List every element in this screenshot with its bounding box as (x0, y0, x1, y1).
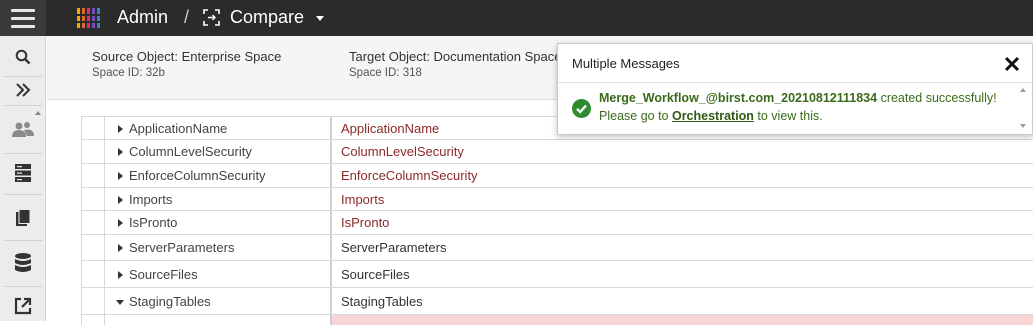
notification-title: Multiple Messages (572, 56, 680, 71)
table-row[interactable] (81, 315, 1033, 325)
view-text: to view this. (753, 109, 823, 123)
database-icon[interactable] (0, 250, 46, 276)
goto-text: Please go to (599, 109, 672, 123)
hamburger-icon[interactable] (0, 0, 46, 36)
expand-arrow-icon[interactable] (118, 148, 123, 156)
property-name: IsPronto (129, 215, 178, 230)
app-title[interactable]: Admin (117, 7, 168, 28)
workflow-name: Merge_Workflow_@birst.com_20210812111834 (599, 91, 878, 105)
property-name: EnforceColumnSecurity (129, 168, 266, 183)
row-selector-cell[interactable] (81, 288, 105, 314)
target-cell: ColumnLevelSecurity (332, 140, 1033, 163)
source-cell: StagingTables (105, 288, 332, 314)
source-cell (105, 315, 332, 325)
goto-message: Please go to Orchestration to view this. (599, 109, 823, 123)
source-object-label: Source Object: Enterprise Space (92, 49, 282, 64)
target-cell: ServerParameters (332, 235, 1033, 260)
table-row[interactable]: IsPronto IsPronto (81, 211, 1033, 235)
double-chevron-right-icon[interactable] (0, 78, 46, 102)
users-icon[interactable] (0, 118, 46, 140)
expand-arrow-icon[interactable] (118, 125, 123, 133)
source-space-id: Space ID: 32b (92, 67, 165, 79)
target-space-id: Space ID: 318 (349, 67, 422, 79)
target-cell: StagingTables (332, 288, 1033, 314)
source-cell: SourceFiles (105, 261, 332, 287)
server-icon[interactable] (0, 160, 46, 186)
property-name: SourceFiles (129, 267, 198, 282)
expand-arrow-icon[interactable] (118, 244, 123, 252)
target-value: ApplicationName (341, 121, 440, 136)
target-value: StagingTables (341, 294, 423, 309)
birst-logo-icon[interactable] (76, 6, 102, 30)
source-cell: ApplicationName (105, 117, 332, 139)
target-value: ServerParameters (341, 240, 447, 255)
source-cell: ServerParameters (105, 235, 332, 260)
section-selector[interactable]: Compare (230, 7, 304, 28)
source-cell: ColumnLevelSecurity (105, 140, 332, 163)
property-name: ColumnLevelSecurity (129, 144, 252, 159)
search-icon[interactable] (0, 44, 46, 70)
expand-arrow-icon[interactable] (118, 271, 123, 279)
row-selector-cell[interactable] (81, 164, 105, 187)
target-cell: Imports (332, 188, 1033, 210)
property-name: StagingTables (129, 294, 211, 309)
row-selector-cell[interactable] (81, 117, 105, 139)
target-value: SourceFiles (341, 267, 410, 282)
collapse-arrow-icon[interactable] (116, 300, 124, 305)
caret-down-icon[interactable] (316, 16, 324, 21)
table-row[interactable]: SourceFiles SourceFiles (81, 261, 1033, 288)
table-row[interactable]: ServerParameters ServerParameters (81, 235, 1033, 261)
compare-icon (203, 9, 220, 26)
target-value: IsPronto (341, 215, 390, 230)
orchestration-link[interactable]: Orchestration (672, 109, 754, 123)
sidebar-scroll-up-icon[interactable] (35, 111, 41, 115)
table-row[interactable]: ColumnLevelSecurity ColumnLevelSecurity (81, 140, 1033, 164)
row-selector-cell[interactable] (81, 235, 105, 260)
source-cell: IsPronto (105, 211, 332, 234)
table-row[interactable]: EnforceColumnSecurity EnforceColumnSecuri… (81, 164, 1033, 188)
expand-arrow-icon[interactable] (118, 172, 123, 180)
target-value: EnforceColumnSecurity (341, 168, 478, 183)
export-icon[interactable] (0, 294, 46, 318)
row-selector-cell[interactable] (81, 188, 105, 210)
table-row[interactable]: Imports Imports (81, 188, 1033, 211)
top-bar: Admin / Compare (0, 0, 1033, 36)
source-cell: EnforceColumnSecurity (105, 164, 332, 187)
table-row[interactable]: StagingTables StagingTables (81, 288, 1033, 315)
success-message: Merge_Workflow_@birst.com_20210812111834… (599, 91, 997, 105)
left-sidebar (0, 36, 46, 321)
source-cell: Imports (105, 188, 332, 210)
target-value: ColumnLevelSecurity (341, 144, 464, 159)
breadcrumb-separator: / (184, 7, 190, 27)
property-name: ApplicationName (129, 121, 228, 136)
target-cell: IsPronto (332, 211, 1033, 234)
target-cell: EnforceColumnSecurity (332, 164, 1033, 187)
target-cell-diff (332, 315, 1033, 325)
target-cell: SourceFiles (332, 261, 1033, 287)
row-selector-cell[interactable] (81, 315, 105, 325)
created-text: created successfully! (877, 91, 997, 105)
close-icon[interactable] (1002, 54, 1022, 74)
row-selector-cell[interactable] (81, 211, 105, 234)
documents-icon[interactable] (0, 206, 46, 230)
check-circle-icon (572, 99, 591, 118)
row-selector-cell[interactable] (81, 140, 105, 163)
notification-scrollbar[interactable] (1016, 84, 1030, 134)
notification-panel: Multiple Messages Merge_Workflow_@birst.… (557, 43, 1033, 135)
target-object-label: Target Object: Documentation Space (349, 49, 562, 64)
property-name: Imports (129, 192, 173, 207)
expand-arrow-icon[interactable] (118, 219, 123, 227)
row-selector-cell[interactable] (81, 261, 105, 287)
expand-arrow-icon[interactable] (118, 196, 123, 204)
property-name: ServerParameters (129, 240, 235, 255)
target-value: Imports (341, 192, 385, 207)
